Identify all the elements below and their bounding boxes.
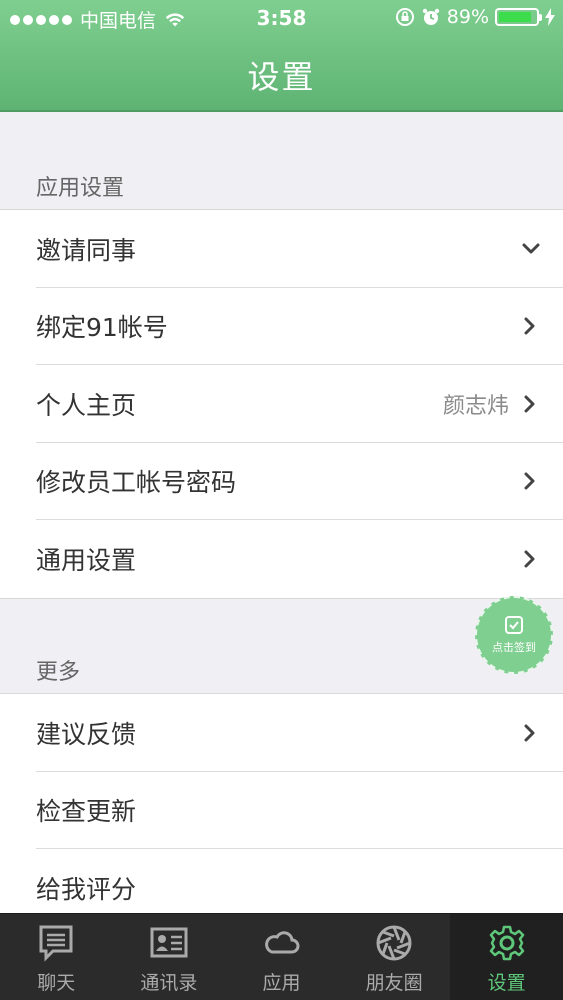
checkin-label: 点击签到	[492, 641, 536, 654]
tab-label: 朋友圈	[365, 972, 423, 994]
chevron-down-icon	[522, 243, 540, 254]
tab-label: 设置	[487, 972, 526, 994]
tab-label: 聊天	[37, 972, 76, 994]
row-label: 邀请同事	[36, 235, 137, 265]
bind-91-account-row[interactable]: 绑定91帐号	[0, 288, 563, 366]
rotation-lock-icon	[395, 8, 414, 26]
row-label: 绑定91帐号	[36, 313, 168, 343]
row-label: 通用设置	[36, 545, 137, 575]
personal-homepage-row[interactable]: 个人主页 颜志炜	[0, 365, 563, 443]
tab-contacts[interactable]: 通讯录	[113, 914, 226, 1000]
chevron-right-icon	[524, 472, 535, 490]
section-label-more: 更多	[36, 660, 81, 685]
more-group: 建议反馈 检查更新 给我评分	[0, 693, 563, 927]
chevron-right-icon	[524, 317, 535, 335]
nav-header: 中国电信 3:58 89% 设置	[0, 0, 563, 112]
tab-label: 通讯录	[140, 972, 198, 994]
tab-chat[interactable]: 聊天	[0, 914, 113, 1000]
row-label: 给我评分	[36, 874, 137, 904]
section-label-app-settings: 应用设置	[36, 176, 125, 201]
tab-bar: 聊天 通讯录 应用 朋友圈 设置	[0, 913, 563, 1000]
battery-icon	[495, 8, 542, 26]
alarm-icon	[422, 8, 439, 25]
chevron-right-icon	[524, 550, 535, 568]
page-title: 设置	[247, 58, 316, 96]
row-label: 修改员工帐号密码	[36, 468, 237, 498]
tab-label: 应用	[262, 972, 301, 994]
aperture-icon	[376, 925, 412, 961]
tab-moments[interactable]: 朋友圈	[338, 914, 451, 1000]
tab-apps[interactable]: 应用	[225, 914, 338, 1000]
battery-percent: 89%	[446, 6, 489, 28]
change-password-row[interactable]: 修改员工帐号密码	[0, 443, 563, 521]
charging-icon	[545, 8, 555, 26]
checkin-button[interactable]: 点击签到	[475, 596, 553, 674]
feedback-row[interactable]: 建议反馈	[0, 694, 563, 772]
gear-icon	[489, 925, 524, 961]
chevron-right-icon	[524, 724, 535, 742]
invite-colleagues-row[interactable]: 邀请同事	[0, 210, 563, 288]
check-update-row[interactable]: 检查更新	[0, 772, 563, 850]
row-label: 个人主页	[36, 390, 137, 420]
chevron-right-icon	[524, 395, 535, 413]
status-bar: 中国电信 3:58 89%	[0, 6, 563, 32]
tab-settings[interactable]: 设置	[450, 914, 563, 1000]
row-label: 检查更新	[36, 797, 137, 827]
cloud-icon	[265, 931, 300, 954]
row-label: 建议反馈	[36, 719, 137, 749]
app-settings-group: 邀请同事 绑定91帐号 个人主页 颜志炜 修改员工帐号密码 通用设置	[0, 209, 563, 599]
chat-icon	[39, 925, 73, 962]
contacts-icon	[150, 927, 188, 958]
checkbox-icon	[505, 616, 523, 634]
general-settings-row[interactable]: 通用设置	[0, 520, 563, 598]
row-value: 颜志炜	[442, 393, 509, 419]
